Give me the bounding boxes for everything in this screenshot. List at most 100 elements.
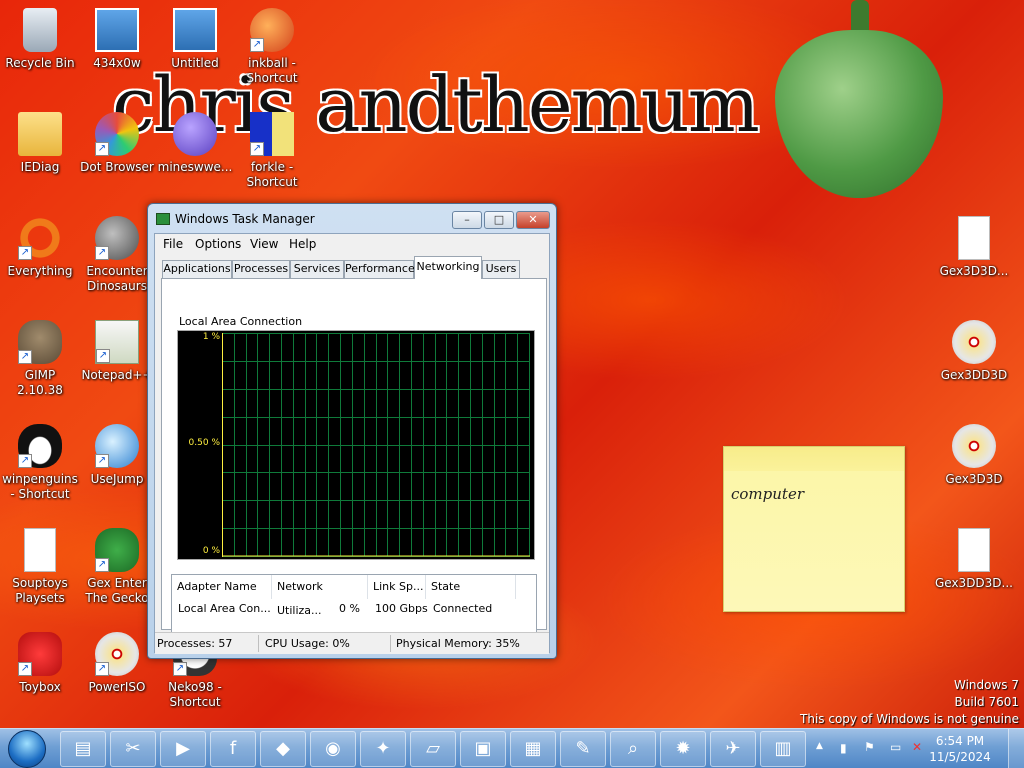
desktop-icon-label: UseJump: [90, 472, 144, 486]
shortcut-arrow-icon: ↗: [96, 349, 110, 363]
explorer-icon[interactable]: ▤: [60, 731, 106, 767]
desktop-icon[interactable]: Gex3D3D...: [934, 216, 1014, 279]
desktop-icon[interactable]: Recycle Bin: [0, 8, 80, 71]
clock-date: 11/5/2024: [929, 750, 991, 764]
desktop-icon[interactable]: Untitled: [155, 8, 235, 71]
calculator-icon[interactable]: ▦: [510, 731, 556, 767]
menu-bar: File Options View Help: [155, 234, 549, 254]
notepad-plus-icon: ↗: [95, 320, 139, 364]
menu-help[interactable]: Help: [289, 237, 316, 251]
desktop-icon-label: inkball - Shortcut: [246, 56, 298, 85]
desktop-icon[interactable]: ↗ Everything: [0, 216, 80, 279]
shortcut-arrow-icon: ↗: [95, 454, 109, 468]
desktop-icon[interactable]: ↗ Dot Browser: [77, 112, 157, 175]
gimp-icon: ↗: [18, 320, 62, 364]
desktop-icon-label: Toybox: [19, 680, 61, 694]
desktop-icon[interactable]: Gex3D3D: [934, 424, 1014, 487]
desktop-icon[interactable]: ↗ inkball - Shortcut: [232, 8, 312, 86]
menu-options[interactable]: Options: [195, 237, 241, 251]
sticky-note-text[interactable]: computer: [731, 485, 804, 503]
volume-muted-icon[interactable]: ✕: [912, 740, 922, 754]
desktop-icon[interactable]: ↗ Toybox: [0, 632, 80, 695]
dot-browser-icon[interactable]: ◉: [310, 731, 356, 767]
gecko-icon: ↗: [95, 528, 139, 572]
shortcut-arrow-icon: ↗: [95, 142, 109, 156]
desktop-icon[interactable]: Gex3DD3D...: [934, 528, 1014, 591]
window-titlebar[interactable]: Windows Task Manager: [156, 212, 315, 226]
column-header-state[interactable]: State: [426, 575, 516, 599]
sticky-note-header[interactable]: [724, 447, 904, 471]
network-utilization-graph: 1 % 0.50 % 0 %: [177, 330, 535, 560]
desktop-icon-label: Souptoys Playsets: [12, 576, 68, 605]
facebook-icon[interactable]: f: [210, 731, 256, 767]
graph-plot-area: [222, 333, 530, 557]
window-client-area: File Options View Help Applications Proc…: [154, 233, 550, 654]
desktop-icon[interactable]: mineswwe...: [155, 112, 235, 175]
watermark-genuine-notice: This copy of Windows is not genuine: [800, 712, 1019, 726]
tab-applications[interactable]: Applications: [162, 260, 232, 278]
desktop-icon-label: GIMP 2.10.38: [17, 368, 63, 397]
toybox-icon: ↗: [18, 632, 62, 676]
desktop-icon[interactable]: ↗ Gex Enter The Gecko: [77, 528, 157, 606]
tab-processes[interactable]: Processes: [232, 260, 290, 278]
window-title: Windows Task Manager: [175, 212, 315, 226]
mine-icon: [173, 112, 217, 156]
desktop-icon[interactable]: IEDiag: [0, 112, 80, 175]
start-button[interactable]: [8, 730, 46, 768]
desktop-icon[interactable]: Souptoys Playsets: [0, 528, 80, 606]
column-header-adapter-name[interactable]: Adapter Name: [172, 575, 272, 599]
shortcut-arrow-icon: ↗: [95, 662, 109, 676]
desktop-icon[interactable]: ↗ UseJump: [77, 424, 157, 487]
tab-services[interactable]: Services: [290, 260, 344, 278]
desktop-icon[interactable]: ↗ winpenguins - Shortcut: [0, 424, 80, 502]
status-physical-memory: Physical Memory: 35%: [396, 637, 520, 650]
app-icon[interactable]: ◆: [260, 731, 306, 767]
desktop-icon[interactable]: ↗ Encounter Dinosaurs: [77, 216, 157, 294]
dot-browser-icon: ↗: [95, 112, 139, 156]
media-player-icon[interactable]: ▶: [160, 731, 206, 767]
bird-icon[interactable]: ✈: [710, 731, 756, 767]
tab-networking[interactable]: Networking: [414, 256, 482, 279]
desktop-icon[interactable]: ↗ GIMP 2.10.38: [0, 320, 80, 398]
shortcut-arrow-icon: ↗: [18, 246, 32, 260]
desktop-icon[interactable]: ↗ forkle - Shortcut: [232, 112, 312, 190]
desktop-icon-label: forkle - Shortcut: [246, 160, 298, 189]
desktop-icon-label: Neko98 - Shortcut: [168, 680, 222, 709]
minimize-button[interactable]: –: [452, 211, 482, 229]
sticky-note[interactable]: computer: [723, 446, 905, 612]
menu-view[interactable]: View: [250, 237, 278, 251]
close-button[interactable]: ✕: [516, 211, 550, 229]
menu-file[interactable]: File: [163, 237, 183, 251]
action-center-flag-icon[interactable]: ⚑: [864, 740, 875, 754]
desktop-icon[interactable]: 434x0w: [77, 8, 157, 71]
maximize-button[interactable]: □: [484, 211, 514, 229]
task-manager-window[interactable]: Windows Task Manager – □ ✕ File Options …: [147, 203, 557, 659]
show-desktop-button[interactable]: [1008, 729, 1024, 768]
column-header-network-utilization[interactable]: Network Utiliza...: [272, 575, 368, 617]
remote-desktop-icon[interactable]: ▣: [460, 731, 506, 767]
snipping-tool-icon[interactable]: ✂: [110, 731, 156, 767]
usejump-icon: ↗: [95, 424, 139, 468]
column-header-link-speed[interactable]: Link Sp...: [368, 575, 426, 599]
tab-performance[interactable]: Performance: [344, 260, 415, 278]
mine-icon[interactable]: ✹: [660, 731, 706, 767]
show-hidden-icons-chevron-icon[interactable]: ▲: [816, 741, 823, 751]
usejump-icon[interactable]: ✦: [360, 731, 406, 767]
penguin-icon: ↗: [18, 424, 62, 468]
desktop-icon-label: Gex Enter The Gecko: [85, 576, 149, 605]
windows-watermark: Windows 7 Build 7601 This copy of Window…: [800, 677, 1019, 728]
search-icon[interactable]: ⌕: [610, 731, 656, 767]
monitor-icon[interactable]: ▭: [890, 740, 901, 754]
task-manager-icon[interactable]: ▥: [760, 731, 806, 767]
sticky-notes-icon[interactable]: ▱: [410, 731, 456, 767]
tab-strip: Applications Processes Services Performa…: [155, 256, 549, 279]
desktop-icon[interactable]: ↗ Notepad++: [77, 320, 157, 383]
desktop-icon[interactable]: ↗ PowerISO: [77, 632, 157, 695]
desktop-icon[interactable]: Gex3DD3D: [934, 320, 1014, 383]
paint-icon[interactable]: ✎: [560, 731, 606, 767]
network-status-icon[interactable]: ▮: [840, 741, 847, 755]
taskbar-clock[interactable]: 6:54 PM 11/5/2024: [928, 733, 992, 765]
tab-users[interactable]: Users: [482, 260, 520, 278]
shortcut-arrow-icon: ↗: [18, 662, 32, 676]
wallpaper-pepper-image: [775, 0, 943, 198]
